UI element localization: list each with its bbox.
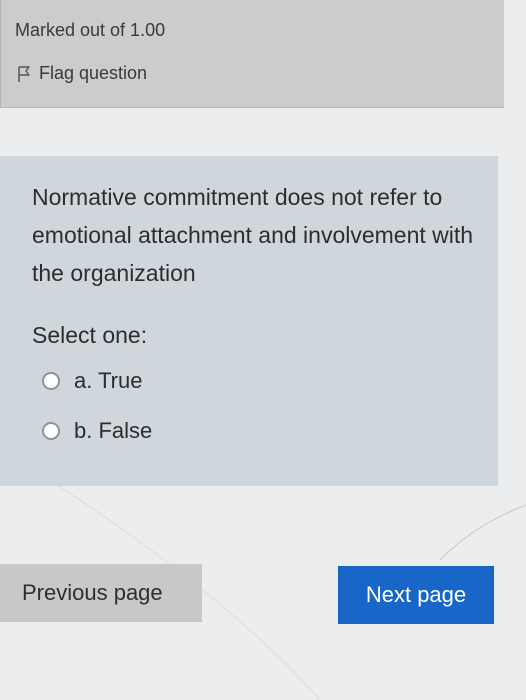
previous-page-button[interactable]: Previous page bbox=[0, 564, 202, 622]
radio-button-false[interactable] bbox=[42, 422, 60, 440]
option-true[interactable]: a. True bbox=[42, 368, 142, 394]
question-info-panel: Marked out of 1.00 Flag question bbox=[0, 0, 504, 108]
question-text: Normative commitment does not refer to e… bbox=[32, 184, 474, 286]
radio-button-true[interactable] bbox=[42, 372, 60, 390]
flag-question-link[interactable]: Flag question bbox=[17, 63, 147, 84]
option-false[interactable]: b. False bbox=[42, 418, 152, 444]
flag-icon bbox=[18, 65, 30, 82]
next-page-button[interactable]: Next page bbox=[338, 566, 494, 624]
question-content-panel: Normative commitment does not refer to e… bbox=[0, 156, 498, 486]
option-false-label: b. False bbox=[74, 418, 153, 443]
select-one-prompt: Select one: bbox=[32, 322, 148, 348]
marks-text: Marked out of 1.00 bbox=[15, 20, 166, 40]
option-true-label: a. True bbox=[74, 368, 143, 393]
flag-question-label: Flag question bbox=[39, 63, 148, 83]
